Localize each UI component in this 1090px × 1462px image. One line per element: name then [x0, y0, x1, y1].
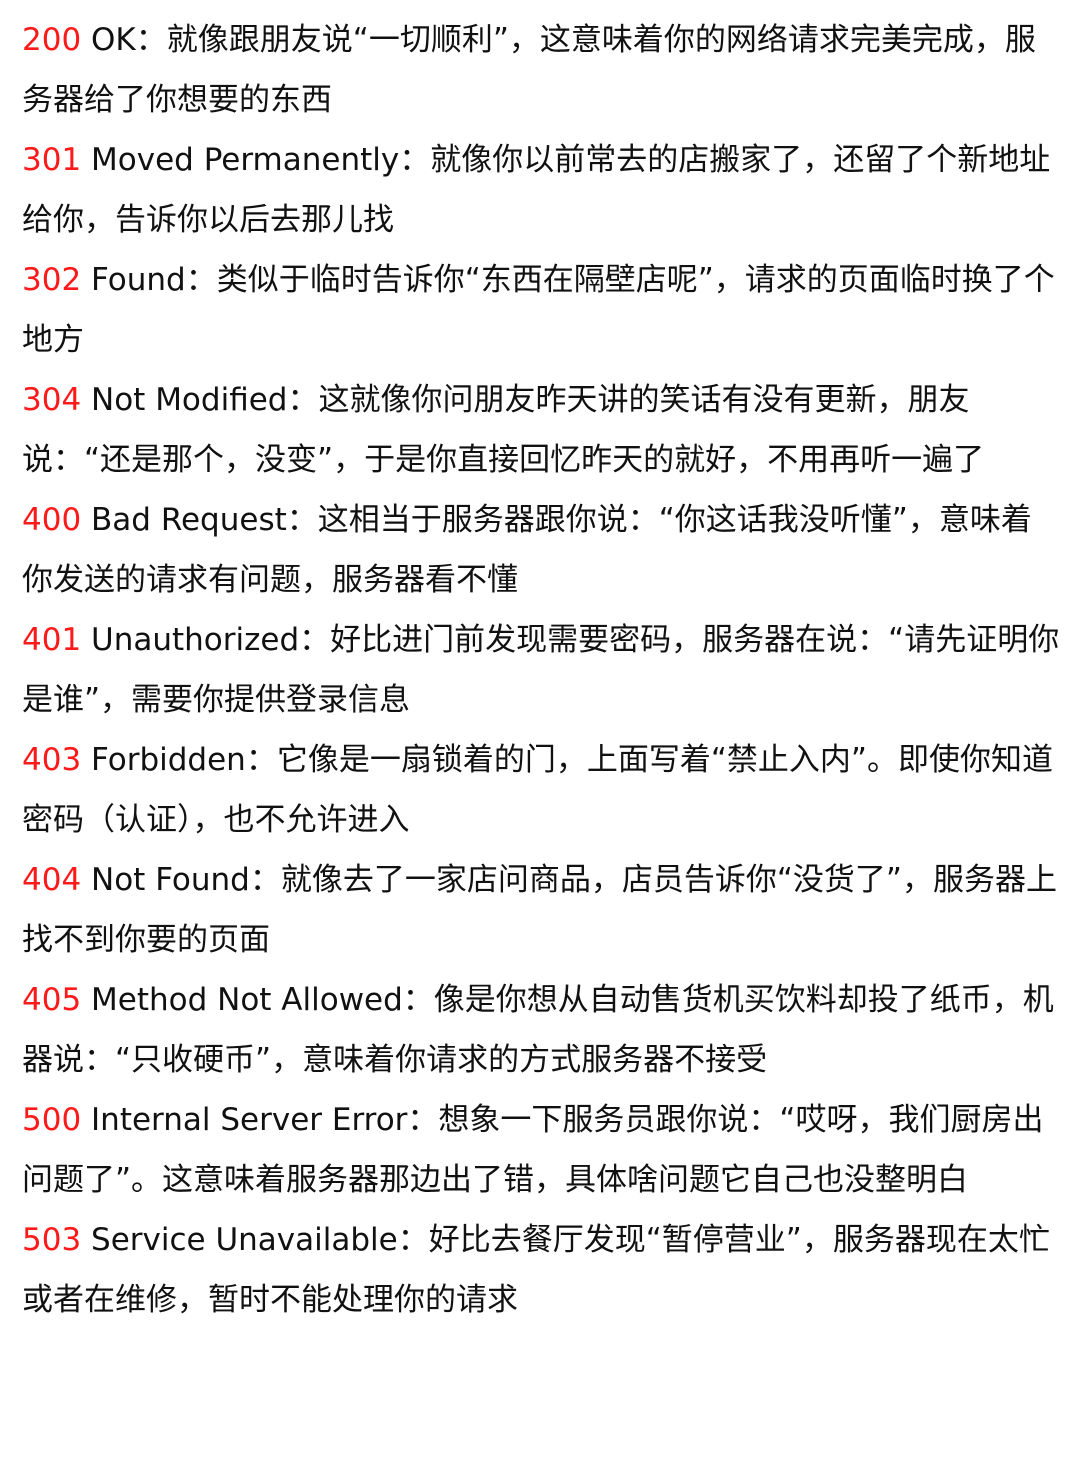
entry-500: 500 Internal Server Error：想象一下服务员跟你说：“哎呀…	[22, 1090, 1060, 1210]
status-description: Found：类似于临时告诉你“东西在隔壁店呢”，请求的页面临时换了个地方	[22, 262, 1055, 358]
status-description: Not Modified：这就像你问朋友昨天讲的笑话有没有更新，朋友说：“还是那…	[22, 382, 985, 478]
status-code: 302	[22, 262, 82, 298]
status-description: Method Not Allowed：像是你想从自动售货机买饮料却投了纸币，机器…	[22, 982, 1054, 1078]
status-description: Service Unavailable：好比去餐厅发现“暂停营业”，服务器现在太…	[22, 1222, 1050, 1318]
status-code: 503	[22, 1222, 82, 1258]
status-code: 200	[22, 22, 82, 58]
entry-503: 503 Service Unavailable：好比去餐厅发现“暂停营业”，服务…	[22, 1210, 1060, 1330]
status-description: Unauthorized：好比进门前发现需要密码，服务器在说：“请先证明你是谁”…	[22, 622, 1060, 718]
status-description: Not Found：就像去了一家店问商品，店员告诉你“没货了”，服务器上找不到你…	[22, 862, 1057, 958]
status-code-list: 200 OK：就像跟朋友说“一切顺利”，这意味着你的网络请求完美完成，服务器给了…	[0, 0, 1090, 1330]
status-description: Forbidden：它像是一扇锁着的门，上面写着“禁止入内”。即使你知道密码（认…	[22, 742, 1053, 838]
status-code: 403	[22, 742, 82, 778]
status-code: 301	[22, 142, 82, 178]
status-description: Internal Server Error：想象一下服务员跟你说：“哎呀，我们厨…	[22, 1102, 1044, 1198]
entry-200: 200 OK：就像跟朋友说“一切顺利”，这意味着你的网络请求完美完成，服务器给了…	[22, 10, 1060, 130]
status-code: 404	[22, 862, 82, 898]
status-code: 405	[22, 982, 82, 1018]
status-code: 500	[22, 1102, 82, 1138]
status-code: 401	[22, 622, 82, 658]
entry-301: 301 Moved Permanently：就像你以前常去的店搬家了，还留了个新…	[22, 130, 1060, 250]
status-description: Moved Permanently：就像你以前常去的店搬家了，还留了个新地址给你…	[22, 142, 1051, 238]
entry-405: 405 Method Not Allowed：像是你想从自动售货机买饮料却投了纸…	[22, 970, 1060, 1090]
status-description: Bad Request：这相当于服务器跟你说：“你这话我没听懂”，意味着你发送的…	[22, 502, 1032, 598]
status-code: 304	[22, 382, 82, 418]
entry-302: 302 Found：类似于临时告诉你“东西在隔壁店呢”，请求的页面临时换了个地方	[22, 250, 1060, 370]
entry-404: 404 Not Found：就像去了一家店问商品，店员告诉你“没货了”，服务器上…	[22, 850, 1060, 970]
status-code: 400	[22, 502, 82, 538]
status-description: OK：就像跟朋友说“一切顺利”，这意味着你的网络请求完美完成，服务器给了你想要的…	[22, 22, 1036, 118]
entry-304: 304 Not Modified：这就像你问朋友昨天讲的笑话有没有更新，朋友说：…	[22, 370, 1060, 490]
entry-400: 400 Bad Request：这相当于服务器跟你说：“你这话我没听懂”，意味着…	[22, 490, 1060, 610]
entry-401: 401 Unauthorized：好比进门前发现需要密码，服务器在说：“请先证明…	[22, 610, 1060, 730]
entry-403: 403 Forbidden：它像是一扇锁着的门，上面写着“禁止入内”。即使你知道…	[22, 730, 1060, 850]
